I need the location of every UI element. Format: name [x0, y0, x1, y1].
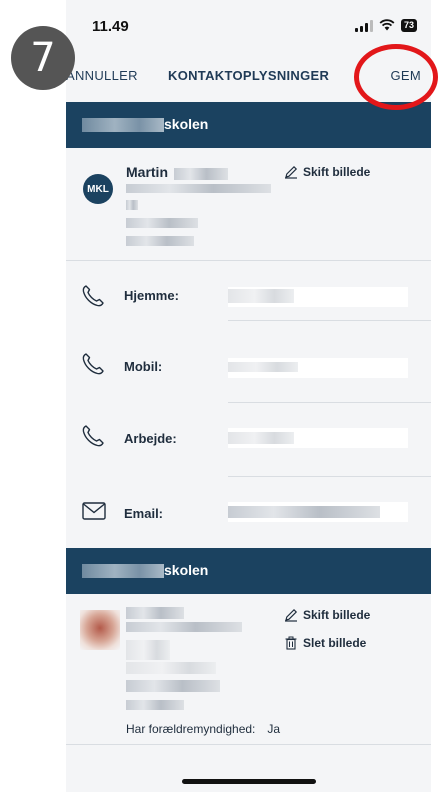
contact-row-label-email: Email:: [124, 506, 164, 521]
redacted-text: [126, 607, 184, 619]
contact-row-label-home: Hjemme:: [124, 288, 179, 303]
mail-icon: [80, 498, 106, 524]
cancel-button[interactable]: ANNULLER: [66, 68, 138, 83]
redacted-text: [126, 700, 184, 710]
avatar: MKL: [83, 174, 113, 204]
contact-row-label-work: Arbejde:: [124, 431, 177, 446]
section-title: skolen: [164, 116, 209, 132]
phone-icon: [80, 423, 106, 449]
redacted-text: [126, 680, 220, 692]
status-bar: 11.49 73: [66, 0, 431, 48]
change-photo-button[interactable]: Skift billede: [284, 165, 370, 179]
redacted-text: [126, 200, 138, 210]
step-badge: 7: [11, 26, 75, 90]
profile-photo: [80, 610, 120, 650]
redacted-text: [228, 506, 380, 518]
change-photo-label: Skift billede: [303, 608, 371, 622]
redacted-text: [82, 118, 164, 132]
divider: [66, 260, 431, 261]
custody-value: Ja: [267, 722, 281, 736]
delete-photo-label: Slet billede: [303, 636, 367, 650]
section-title: skolen: [164, 562, 209, 578]
divider: [228, 402, 431, 403]
divider: [228, 476, 431, 477]
redacted-text: [82, 564, 164, 578]
redacted-text: [126, 236, 194, 246]
highlight-circle: [354, 44, 438, 110]
redacted-text: [126, 662, 216, 674]
change-photo-button-2[interactable]: Skift billede: [284, 608, 370, 622]
redacted-text: [126, 218, 198, 228]
contact-name: Martin: [126, 164, 168, 180]
wifi-icon: [379, 19, 395, 32]
divider: [66, 744, 431, 745]
change-photo-label: Skift billede: [303, 165, 371, 179]
home-indicator: [182, 779, 316, 784]
redacted-text: [126, 184, 271, 193]
custody-label: Har forældremyndighed:: [126, 722, 256, 736]
redacted-text: [228, 289, 294, 303]
contact-row-label-mobile: Mobil:: [124, 359, 163, 374]
custody-info: Har forældremyndighed: Ja: [126, 722, 280, 736]
redacted-text: [126, 622, 242, 632]
phone-icon: [80, 351, 106, 377]
redacted-text: [228, 362, 298, 372]
delete-photo-button[interactable]: Slet billede: [284, 636, 366, 650]
signal-icon: [354, 19, 373, 32]
redacted-text: [126, 640, 170, 660]
pencil-icon: [285, 165, 298, 179]
divider: [228, 320, 431, 321]
page-title: KONTAKTOPLYSNINGER: [168, 68, 330, 83]
trash-icon: [285, 636, 297, 650]
redacted-text: [174, 168, 228, 180]
phone-icon: [80, 283, 106, 309]
status-icons: 73: [354, 19, 417, 32]
section-header-school-1: skolen: [66, 102, 431, 148]
phone-screen: 11.49 73 ANNULLER KONTAKTOPLYSNINGER GEM…: [66, 0, 431, 792]
status-time: 11.49: [92, 18, 129, 35]
section-header-school-2: skolen: [66, 548, 431, 594]
redacted-text: [228, 432, 294, 444]
battery-indicator: 73: [400, 19, 417, 32]
pencil-icon: [285, 608, 298, 622]
